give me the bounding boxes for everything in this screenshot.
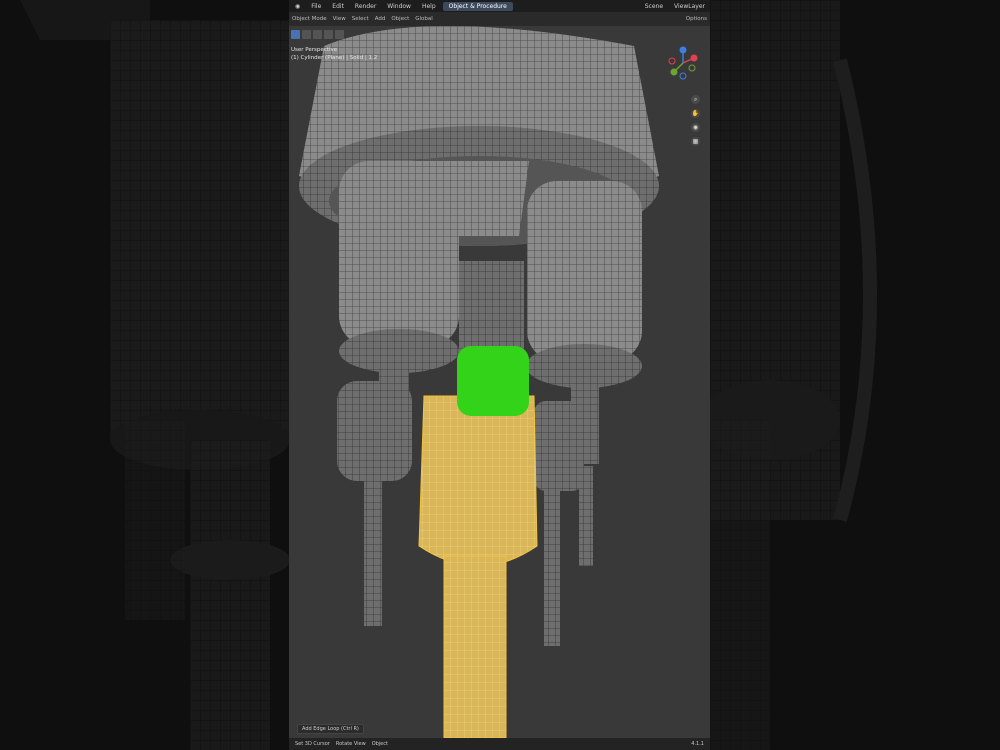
zoom-icon[interactable]: ⌕ xyxy=(691,95,700,104)
pan-hand-icon[interactable]: ✋ xyxy=(691,109,700,118)
viewport-header: Object Mode View Select Add Object Globa… xyxy=(289,12,710,26)
select-menu[interactable]: Select xyxy=(352,16,369,22)
green-screen-overlay xyxy=(457,346,529,416)
add-menu[interactable]: Add xyxy=(375,16,386,22)
transform-tool-icon[interactable] xyxy=(335,30,344,39)
menu-window[interactable]: Window xyxy=(385,3,413,10)
options-menu[interactable]: Options xyxy=(686,16,707,22)
select-tool-icon[interactable] xyxy=(291,30,300,39)
transform-orientation[interactable]: Global xyxy=(415,16,433,22)
view-name: User Perspective xyxy=(291,47,338,53)
camera-icon[interactable]: ◉ xyxy=(691,123,700,132)
status-hint-1: Set 3D Cursor xyxy=(295,741,330,747)
workspace-tab[interactable]: Object & Procedure xyxy=(442,1,513,11)
menu-help[interactable]: Help xyxy=(420,3,438,10)
rotate-tool-icon[interactable] xyxy=(313,30,322,39)
object-info: (1) Cylinder (Plane) | Solid | 1.2 xyxy=(291,55,378,61)
status-hint-3: Object xyxy=(371,741,388,747)
navigation-gizmo-icon[interactable] xyxy=(664,44,702,82)
tool-shelf xyxy=(291,30,344,39)
viewport-nav-buttons: ⌕ ✋ ◉ ▦ xyxy=(691,95,700,146)
scene-selector[interactable]: Scene xyxy=(643,3,665,10)
status-bar: Set 3D Cursor Rotate View Object 4.1.1 xyxy=(289,738,710,750)
view-layer-selector[interactable]: ViewLayer xyxy=(672,3,707,10)
menu-edit[interactable]: Edit xyxy=(330,3,346,10)
version-label: 4.1.1 xyxy=(691,741,704,747)
blender-logo-icon[interactable]: ◉ xyxy=(293,3,302,10)
viewport-info: User Perspective (1) Cylinder (Plane) | … xyxy=(291,46,377,62)
operator-popup: Add Edge Loop (Ctrl R) xyxy=(297,724,364,734)
menu-render[interactable]: Render xyxy=(353,3,378,10)
menu-file[interactable]: File xyxy=(309,3,323,10)
move-tool-icon[interactable] xyxy=(302,30,311,39)
scale-tool-icon[interactable] xyxy=(324,30,333,39)
mode-selector[interactable]: Object Mode xyxy=(292,16,327,22)
view-menu[interactable]: View xyxy=(333,16,346,22)
top-menu-bar: ◉ File Edit Render Window Help Object & … xyxy=(289,0,710,12)
perspective-grid-icon[interactable]: ▦ xyxy=(691,137,700,146)
object-menu[interactable]: Object xyxy=(391,16,409,22)
status-hint-2: Rotate View xyxy=(335,741,366,747)
